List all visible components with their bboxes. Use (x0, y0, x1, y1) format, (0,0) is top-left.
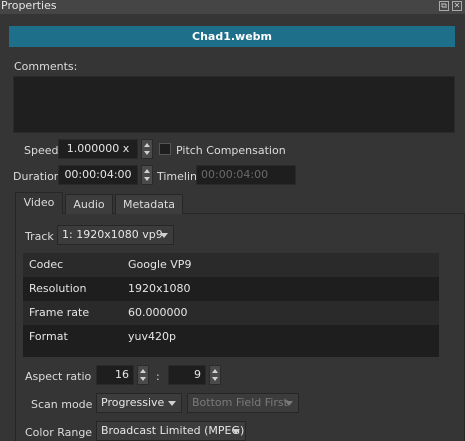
track-value: 1: 1920x1080 vp9 (62, 228, 163, 241)
chevron-down-icon (232, 429, 240, 434)
aspect-denominator-spinner[interactable] (209, 365, 221, 385)
panel-titlebar: Properties ⧉ ✕ (0, 0, 465, 14)
color-range-dropdown[interactable]: Broadcast Limited (MPEG) (96, 421, 246, 441)
table-key: Resolution (29, 282, 87, 295)
table-row: Codec Google VP9 (23, 253, 439, 277)
comments-textarea[interactable] (13, 76, 455, 133)
table-row: Frame rate 60.000000 (23, 301, 439, 325)
table-row: Format yuv420p (23, 325, 439, 349)
speed-label: Speed (24, 144, 59, 157)
spin-down-icon[interactable] (212, 377, 218, 381)
table-value: 1920x1080 (128, 282, 191, 295)
duration-label: Duration (13, 170, 61, 183)
aspect-numerator-spinner[interactable] (137, 365, 149, 385)
pitch-compensation-label: Pitch Compensation (176, 144, 286, 157)
aspect-numerator-input[interactable]: 16 (96, 365, 134, 385)
spin-down-icon[interactable] (144, 151, 150, 155)
duration-spinner[interactable] (141, 165, 153, 185)
comments-label: Comments: (14, 60, 78, 73)
tab-video[interactable]: Video (15, 192, 63, 214)
chevron-down-icon (285, 401, 293, 406)
tab-audio[interactable]: Audio (65, 194, 113, 214)
color-range-label: Color Range (25, 426, 93, 439)
spin-down-icon[interactable] (144, 177, 150, 181)
float-icon[interactable]: ⧉ (439, 1, 449, 11)
speed-spinner[interactable] (141, 139, 153, 159)
spin-up-icon[interactable] (144, 169, 150, 173)
field-order-dropdown: Bottom Field First (187, 393, 299, 413)
table-key: Codec (29, 258, 64, 271)
pitch-compensation-checkbox[interactable] (159, 143, 171, 155)
chevron-down-icon (168, 401, 176, 406)
spin-up-icon[interactable] (140, 369, 146, 373)
timeline-input: 00:00:04:00 (196, 165, 296, 185)
table-row: Resolution 1920x1080 (23, 277, 439, 301)
aspect-ratio-label: Aspect ratio (25, 370, 92, 383)
aspect-separator: : (156, 370, 160, 383)
spin-up-icon[interactable] (144, 143, 150, 147)
table-value: Google VP9 (128, 258, 192, 271)
track-label: Track (25, 230, 54, 243)
chevron-down-icon (160, 233, 168, 238)
color-range-value: Broadcast Limited (MPEG) (101, 424, 245, 437)
table-key: Format (29, 330, 68, 343)
file-name-bar: Chad1.webm (9, 26, 455, 47)
table-value: 60.000000 (128, 306, 188, 319)
aspect-denominator-input[interactable]: 9 (168, 365, 206, 385)
video-info-table: Codec Google VP9 Resolution 1920x1080 Fr… (23, 253, 439, 357)
table-key: Frame rate (29, 306, 90, 319)
scan-mode-dropdown[interactable]: Progressive (96, 393, 182, 413)
speed-input[interactable]: 1.000000 x (58, 139, 138, 159)
panel-title: Properties (1, 0, 57, 12)
close-icon[interactable]: ✕ (452, 1, 462, 11)
scan-mode-value: Progressive (101, 396, 165, 409)
spin-down-icon[interactable] (140, 377, 146, 381)
duration-input[interactable]: 00:00:04:00 (58, 165, 138, 185)
tab-metadata[interactable]: Metadata (115, 194, 183, 214)
track-dropdown[interactable]: 1: 1920x1080 vp9 (57, 225, 174, 245)
field-order-value: Bottom Field First (192, 396, 288, 409)
scan-mode-label: Scan mode (31, 398, 93, 411)
table-value: yuv420p (128, 330, 176, 343)
spin-up-icon[interactable] (212, 369, 218, 373)
